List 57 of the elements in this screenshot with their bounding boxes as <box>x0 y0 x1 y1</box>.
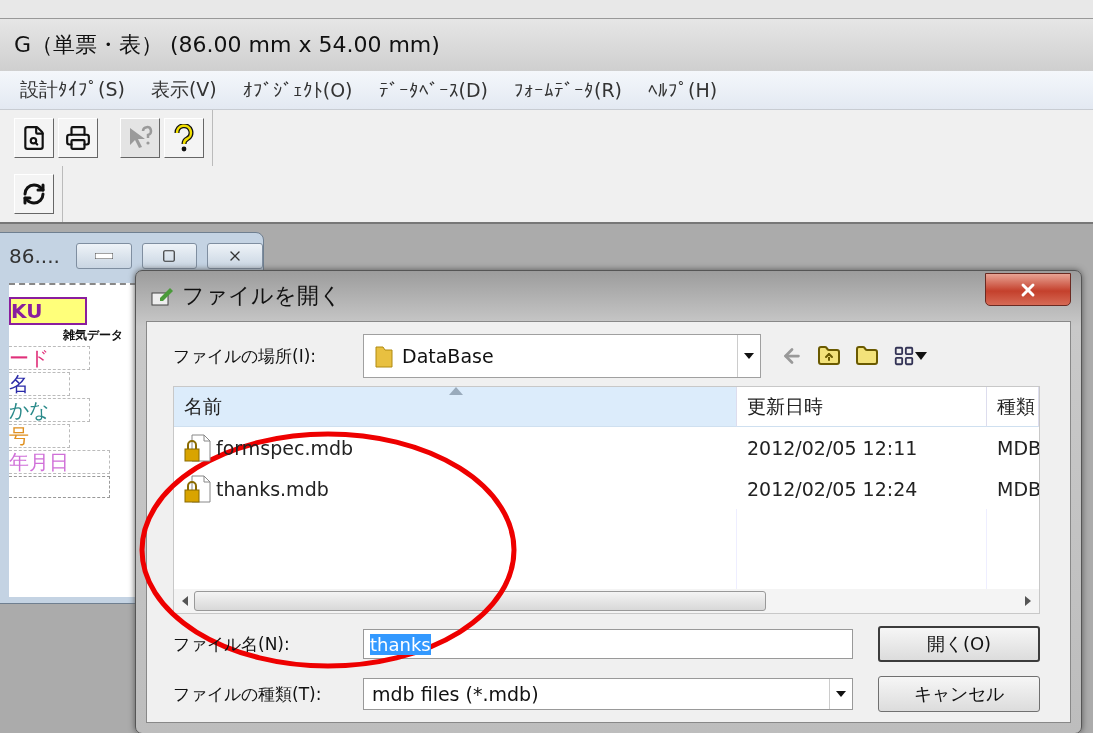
modified-date: 2012/02/05 12:11 <box>746 436 919 459</box>
window-title: G（単票・表） (86.00 mm x 54.00 mm) <box>14 31 440 59</box>
column-header[interactable]: 名前 <box>174 387 737 427</box>
field-label: ファイルの種類(T): <box>173 682 323 706</box>
minimize-icon <box>94 253 113 259</box>
form-field-label: 名 <box>9 372 70 396</box>
maximize-icon <box>162 249 177 263</box>
pointer-question-icon <box>127 125 153 151</box>
file-name[interactable]: thanks.mdb <box>174 473 737 504</box>
field-label: ファイルの場所(I): <box>173 344 317 368</box>
toolbar-button[interactable] <box>14 118 54 158</box>
file-type: MDB <box>996 436 1039 459</box>
dropdown-arrow-icon <box>915 352 927 360</box>
sort-arrow-icon <box>449 387 463 395</box>
folder-icon <box>374 343 394 369</box>
help-icon <box>173 124 195 152</box>
open-button[interactable]: 開く(O) <box>878 626 1040 662</box>
minimize-button[interactable] <box>75 243 132 269</box>
menu-item[interactable]: ﾌｫｰﾑﾃﾞｰﾀ(R) <box>513 79 622 101</box>
toolbar-button[interactable] <box>164 118 204 158</box>
form-field-label: ード <box>9 346 90 370</box>
close-button[interactable] <box>985 273 1071 306</box>
print-preview-icon <box>21 125 47 151</box>
dialog-title: ファイルを開く <box>182 282 342 310</box>
up-folder-icon[interactable] <box>817 344 841 368</box>
menu-item[interactable]: ﾍﾙﾌﾟ(H) <box>648 79 718 101</box>
menu-item[interactable]: ﾃﾞｰﾀﾍﾞｰｽ(D) <box>378 79 488 101</box>
scroll-left-icon[interactable] <box>182 596 188 606</box>
form-note: 雑気データ <box>63 327 123 344</box>
new-folder-icon[interactable] <box>855 344 879 368</box>
toolbar-button[interactable] <box>14 174 54 214</box>
column-header[interactable]: 種類 <box>987 387 1039 427</box>
locked-file-icon <box>184 432 212 463</box>
toolbar-button[interactable] <box>58 118 98 158</box>
scroll-right-icon[interactable] <box>1025 596 1031 606</box>
file-type: MDB <box>996 477 1039 500</box>
refresh-icon <box>22 182 46 206</box>
dropdown-arrow-icon <box>744 353 754 359</box>
form-label: KU <box>9 297 87 325</box>
menu-item[interactable]: ｵﾌﾞｼﾞｪｸﾄ(O) <box>242 79 353 101</box>
location-dropdown[interactable]: DataBase <box>363 334 761 378</box>
view-menu-button[interactable] <box>893 345 927 367</box>
menu-item[interactable]: 表示(V) <box>150 77 217 103</box>
file-type-dropdown[interactable]: mdb files (*.mdb) <box>363 678 853 710</box>
printer-icon <box>65 125 91 151</box>
maximize-button[interactable] <box>141 243 198 269</box>
window-title: 86.... <box>9 244 60 268</box>
dropdown-arrow-icon <box>836 691 846 697</box>
cancel-button[interactable]: キャンセル <box>878 676 1040 712</box>
form-field-label: 号 <box>9 424 70 448</box>
menu-item[interactable]: 設計ﾀｲﾌﾟ(S) <box>20 77 125 103</box>
modified-date: 2012/02/05 12:24 <box>746 477 919 500</box>
column-header[interactable]: 更新日時 <box>737 387 987 427</box>
form-field-label: 年月日 <box>9 450 110 474</box>
locked-file-icon <box>184 473 212 504</box>
horizontal-scrollbar[interactable] <box>174 589 1039 613</box>
form-field-label: かな <box>9 398 90 422</box>
